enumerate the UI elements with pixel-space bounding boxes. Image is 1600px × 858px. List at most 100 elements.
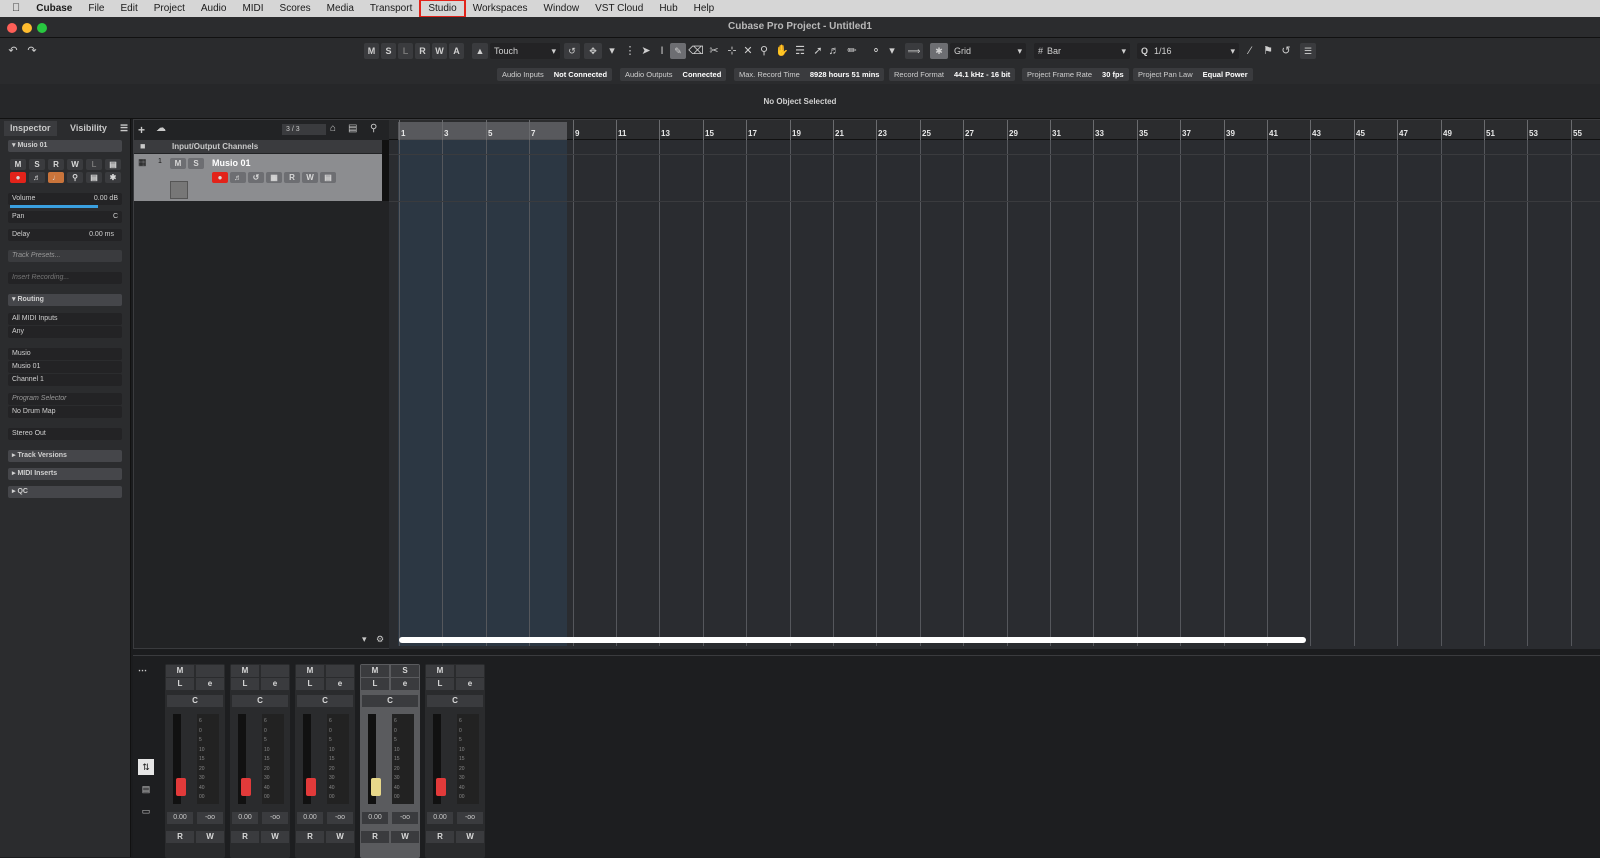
strip-edit-button[interactable]: e xyxy=(261,678,289,690)
program-selector[interactable]: Program Selector xyxy=(8,393,122,405)
mixer-monitor-icon[interactable]: ▭ xyxy=(138,803,154,819)
strip-mute-button[interactable]: M xyxy=(296,665,324,677)
app-menu[interactable]: Cubase xyxy=(28,0,80,17)
strip-solo-button[interactable]: S xyxy=(391,665,419,677)
automation-mode-button[interactable]: A xyxy=(449,43,464,59)
menu-window[interactable]: Window xyxy=(536,0,588,17)
mute-button[interactable]: M xyxy=(10,159,26,170)
grid-type-select[interactable]: # Bar ▾ xyxy=(1034,43,1130,59)
color-tool-icon[interactable]: ✏ xyxy=(844,43,860,59)
strip-fader-track[interactable] xyxy=(368,714,381,804)
folder-track[interactable]: ■ Input/Output Channels xyxy=(134,140,382,153)
menu-file[interactable]: File xyxy=(80,0,112,17)
track-mute-button[interactable]: M xyxy=(170,158,186,169)
volume-slider[interactable] xyxy=(10,205,98,208)
strip-edit-button[interactable]: e xyxy=(456,678,484,690)
cycle-marker[interactable] xyxy=(398,122,567,140)
mixer-inserts-icon[interactable]: ▤ xyxy=(138,781,154,797)
track-picture[interactable] xyxy=(170,181,188,199)
menu-help[interactable]: Help xyxy=(686,0,723,17)
add-track-icon[interactable]: + xyxy=(138,123,145,137)
strip-solo-button[interactable] xyxy=(456,665,484,677)
menu-studio[interactable]: Studio xyxy=(419,0,466,18)
track-edit-icon[interactable]: ↺ xyxy=(248,172,264,183)
audio-inputs-status[interactable]: Audio Inputs Not Connected xyxy=(497,68,613,81)
iterative-quantize-icon[interactable]: ↺ xyxy=(1278,43,1294,59)
strip-read-button[interactable]: R xyxy=(166,831,194,843)
strip-fader-track[interactable] xyxy=(433,714,446,804)
project-window-arrange[interactable]: 1 3 5 7 9 11 13 15 17 19 21 23 25 27 29 31 33 35 37 39 41 43 4… xyxy=(389,119,1600,649)
time-base-icon[interactable]: ♩ xyxy=(48,172,64,183)
track-record-button[interactable]: ● xyxy=(212,172,228,183)
align-icon[interactable]: ☰ xyxy=(1300,43,1316,59)
mixer-channel-strip[interactable]: M Le C 6 0 5 10 15 20 30 40 00 0.00 -oo R W xyxy=(295,664,355,858)
insert-recording-select[interactable]: Insert Recording... xyxy=(8,272,122,284)
automation-icon[interactable]: ▲ xyxy=(472,43,488,59)
track-lane-icon[interactable]: ▤ xyxy=(320,172,336,183)
mixer-channel-strip[interactable]: M Le C 6 0 5 10 15 20 30 40 00 0.00 -oo R W xyxy=(230,664,290,858)
strip-pan[interactable]: C xyxy=(427,695,483,707)
home-icon[interactable]: ⌂ xyxy=(330,123,336,134)
speaker-tool-icon[interactable]: ♬ xyxy=(826,43,842,59)
search-icon[interactable]: ⚲ xyxy=(370,123,377,134)
strip-read-button[interactable]: R xyxy=(361,831,389,843)
strip-listen-button[interactable]: L xyxy=(296,678,324,690)
freeze-icon[interactable]: ✱ xyxy=(105,172,121,183)
mixer-channel-strip[interactable]: M Le C 6 0 5 10 15 20 30 40 00 0.00 -oo R W xyxy=(165,664,225,858)
track-versions-section[interactable]: ▸ Track Versions xyxy=(8,450,122,462)
strip-pan[interactable]: C xyxy=(167,695,223,707)
record-format-status[interactable]: Record Format 44.1 kHz - 16 bit xyxy=(889,68,1016,81)
strip-edit-button[interactable]: e xyxy=(326,678,354,690)
track-read-button[interactable]: R xyxy=(284,172,300,183)
strip-write-button[interactable]: W xyxy=(196,831,224,843)
quantize-select[interactable]: Q 1/16 ▾ xyxy=(1137,43,1239,59)
strip-listen-button[interactable]: L xyxy=(166,678,194,690)
pointer-tool-icon[interactable]: ➤ xyxy=(638,43,654,59)
marker-icon[interactable]: ⚬ xyxy=(868,43,884,59)
midi-inserts-section[interactable]: ▸ MIDI Inserts xyxy=(8,468,122,480)
quantize-flag-icon[interactable]: ⚑ xyxy=(1260,43,1276,59)
channel-select[interactable]: Channel 1 xyxy=(8,374,122,386)
menu-project[interactable]: Project xyxy=(146,0,193,17)
track-monitor-icon[interactable]: ♬ xyxy=(230,172,246,183)
strip-mute-button[interactable]: M xyxy=(166,665,194,677)
max-record-time-status[interactable]: Max. Record Time 8928 hours 51 mins xyxy=(734,68,885,81)
ruler[interactable]: 1 3 5 7 9 11 13 15 17 19 21 23 25 27 29 31 33 35 37 39 41 43 4… xyxy=(389,120,1600,140)
strip-mute-button[interactable]: M xyxy=(426,665,454,677)
strip-read-button[interactable]: R xyxy=(231,831,259,843)
strip-listen-button[interactable]: L xyxy=(426,678,454,690)
monitor-icon[interactable]: ♬ xyxy=(29,172,45,183)
strip-fader-track[interactable] xyxy=(238,714,251,804)
menu-audio[interactable]: Audio xyxy=(193,0,235,17)
write-mode-button[interactable]: W xyxy=(432,43,447,59)
strip-fader-handle[interactable] xyxy=(371,778,381,796)
mixer-channel-strip[interactable]: M Le C 6 0 5 10 15 20 30 40 00 0.00 -oo R W xyxy=(425,664,485,858)
delay-control[interactable]: Delay 0.00 ms xyxy=(8,229,122,241)
strip-volume-value[interactable]: 0.00 xyxy=(297,812,323,824)
edit-channel-icon[interactable]: ▤ xyxy=(105,159,121,170)
lock-icon[interactable]: ⚲ xyxy=(67,172,83,183)
strip-fader-handle[interactable] xyxy=(436,778,446,796)
strip-fader-track[interactable] xyxy=(303,714,316,804)
solo-button[interactable]: S xyxy=(29,159,45,170)
snap-on-icon[interactable]: ✱ xyxy=(930,43,948,59)
strip-pan[interactable]: C xyxy=(232,695,288,707)
strip-fader-track[interactable] xyxy=(173,714,186,804)
strip-listen-button[interactable]: L xyxy=(361,678,389,690)
strip-fader-handle[interactable] xyxy=(306,778,316,796)
mixer-channel-strip[interactable]: M S Le C 6 0 5 10 15 20 30 40 00 0.00 -oo R W xyxy=(360,664,420,858)
track-solo-button[interactable]: S xyxy=(188,158,204,169)
strip-peak-value[interactable]: -oo xyxy=(197,812,223,824)
write-button[interactable]: W xyxy=(67,159,83,170)
menu-edit[interactable]: Edit xyxy=(113,0,146,17)
menu-workspaces[interactable]: Workspaces xyxy=(465,0,536,17)
tab-inspector[interactable]: Inspector xyxy=(4,121,57,136)
split-tool-icon[interactable]: ✂ xyxy=(706,43,722,59)
drum-map-select[interactable]: No Drum Map xyxy=(8,406,122,418)
inspector-track-name[interactable]: ▾ Musio 01 xyxy=(8,140,122,152)
audio-output-select[interactable]: Stereo Out xyxy=(8,428,122,440)
snap-icon[interactable]: ⟹ xyxy=(905,43,923,59)
strip-write-button[interactable]: W xyxy=(326,831,354,843)
strip-peak-value[interactable]: -oo xyxy=(392,812,418,824)
menu-scores[interactable]: Scores xyxy=(272,0,319,17)
